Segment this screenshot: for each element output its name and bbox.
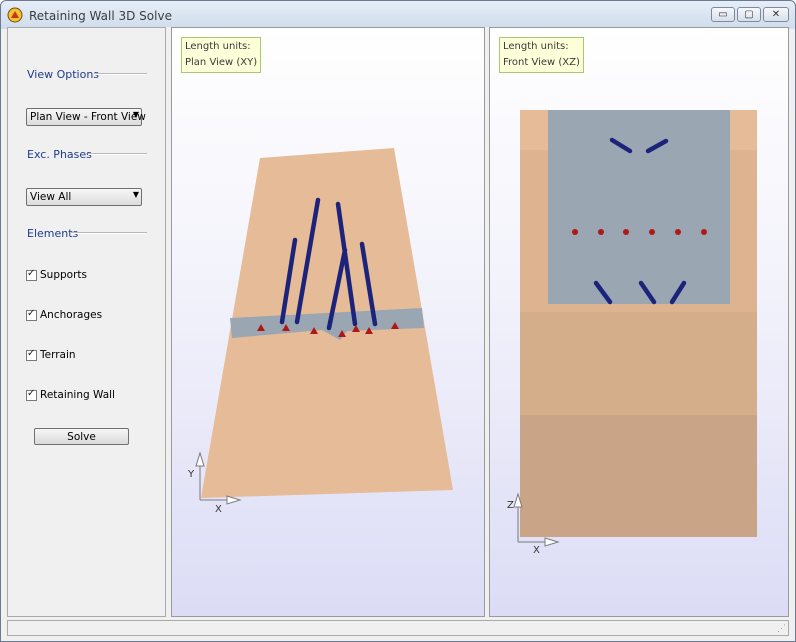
sidebar-panel: View Options Plan View - Front View ▼ Ex… [7, 27, 166, 617]
app-icon [7, 7, 23, 23]
y-axis-label: Y [187, 469, 195, 480]
y-axis-arrow-icon [195, 451, 205, 467]
z-axis-label: Z [507, 500, 514, 511]
chevron-down-icon: ▼ [132, 190, 139, 199]
divider [71, 232, 147, 234]
window-title: Retaining Wall 3D Solve [29, 9, 172, 23]
view-options-label: View Options [27, 68, 100, 81]
support-marker [598, 229, 604, 235]
retaining-wall [548, 110, 730, 304]
x-axis-label: X [215, 504, 222, 515]
phase-value: View All [30, 191, 72, 203]
checkbox-checked-icon[interactable] [26, 388, 37, 401]
view-name-label: Plan View (XY) [185, 57, 258, 68]
support-marker [649, 229, 655, 235]
view-name-label: Front View (XZ) [503, 57, 580, 68]
chevron-down-icon: ▼ [132, 110, 139, 119]
front-view-canvas[interactable]: Z X [490, 28, 789, 617]
client-area: View Options Plan View - Front View ▼ Ex… [7, 27, 789, 619]
support-marker [701, 229, 707, 235]
units-label: Length units: [185, 41, 251, 52]
support-marker [623, 229, 629, 235]
divider [94, 73, 147, 75]
view-mode-select[interactable]: Plan View - Front View ▼ [26, 108, 146, 126]
x-axis-label: X [533, 545, 540, 556]
minimize-icon: ▭ [718, 9, 728, 20]
checkbox-checked-icon[interactable] [26, 268, 37, 281]
front-view-panel[interactable]: Z X Length units: Front View (XZ) [489, 27, 789, 617]
plan-view-info-box: Length units: Plan View (XY) [181, 37, 262, 73]
view-mode-value: Plan View - Front View [30, 111, 146, 123]
maximize-button[interactable]: ▢ [737, 7, 761, 22]
terrain-label: Terrain [40, 349, 76, 361]
resize-grip-icon[interactable]: ⋰ [777, 623, 786, 634]
exc-phases-label: Exc. Phases [27, 148, 92, 161]
units-label: Length units: [503, 41, 569, 52]
front-view-info-box: Length units: Front View (XZ) [499, 37, 584, 73]
terrain-checkbox[interactable]: Terrain [26, 348, 76, 361]
supports-label: Supports [40, 269, 87, 281]
terrain-layer-2 [520, 312, 757, 415]
status-bar: ⋰ [7, 620, 789, 636]
supports-checkbox[interactable]: Supports [26, 268, 87, 281]
plan-view-panel[interactable]: Y X Length units: Plan View (XY) [171, 27, 485, 617]
support-marker [572, 229, 578, 235]
close-button[interactable]: ✕ [763, 7, 789, 22]
anchorages-label: Anchorages [40, 309, 103, 321]
close-icon: ✕ [771, 9, 781, 20]
x-axis-arrow-icon [544, 537, 560, 547]
anchorages-checkbox[interactable]: Anchorages [26, 308, 103, 321]
retaining-wall-checkbox[interactable]: Retaining Wall [26, 388, 115, 401]
phase-select[interactable]: View All ▼ [26, 188, 142, 206]
checkbox-checked-icon[interactable] [26, 348, 37, 361]
title-bar[interactable]: Retaining Wall 3D Solve ▭ ▢ ✕ [1, 1, 795, 29]
terrain-layer-3 [520, 415, 757, 537]
minimize-button[interactable]: ▭ [711, 7, 735, 22]
retaining-wall-label: Retaining Wall [40, 389, 115, 401]
app-window: Retaining Wall 3D Solve ▭ ▢ ✕ View Optio… [0, 0, 796, 642]
divider [88, 153, 147, 155]
checkbox-checked-icon[interactable] [26, 308, 37, 321]
support-marker [675, 229, 681, 235]
solve-button[interactable]: Solve [34, 428, 129, 445]
x-axis-arrow-icon [226, 495, 242, 505]
maximize-icon: ▢ [744, 9, 754, 20]
plan-view-canvas[interactable]: Y X [172, 28, 485, 617]
